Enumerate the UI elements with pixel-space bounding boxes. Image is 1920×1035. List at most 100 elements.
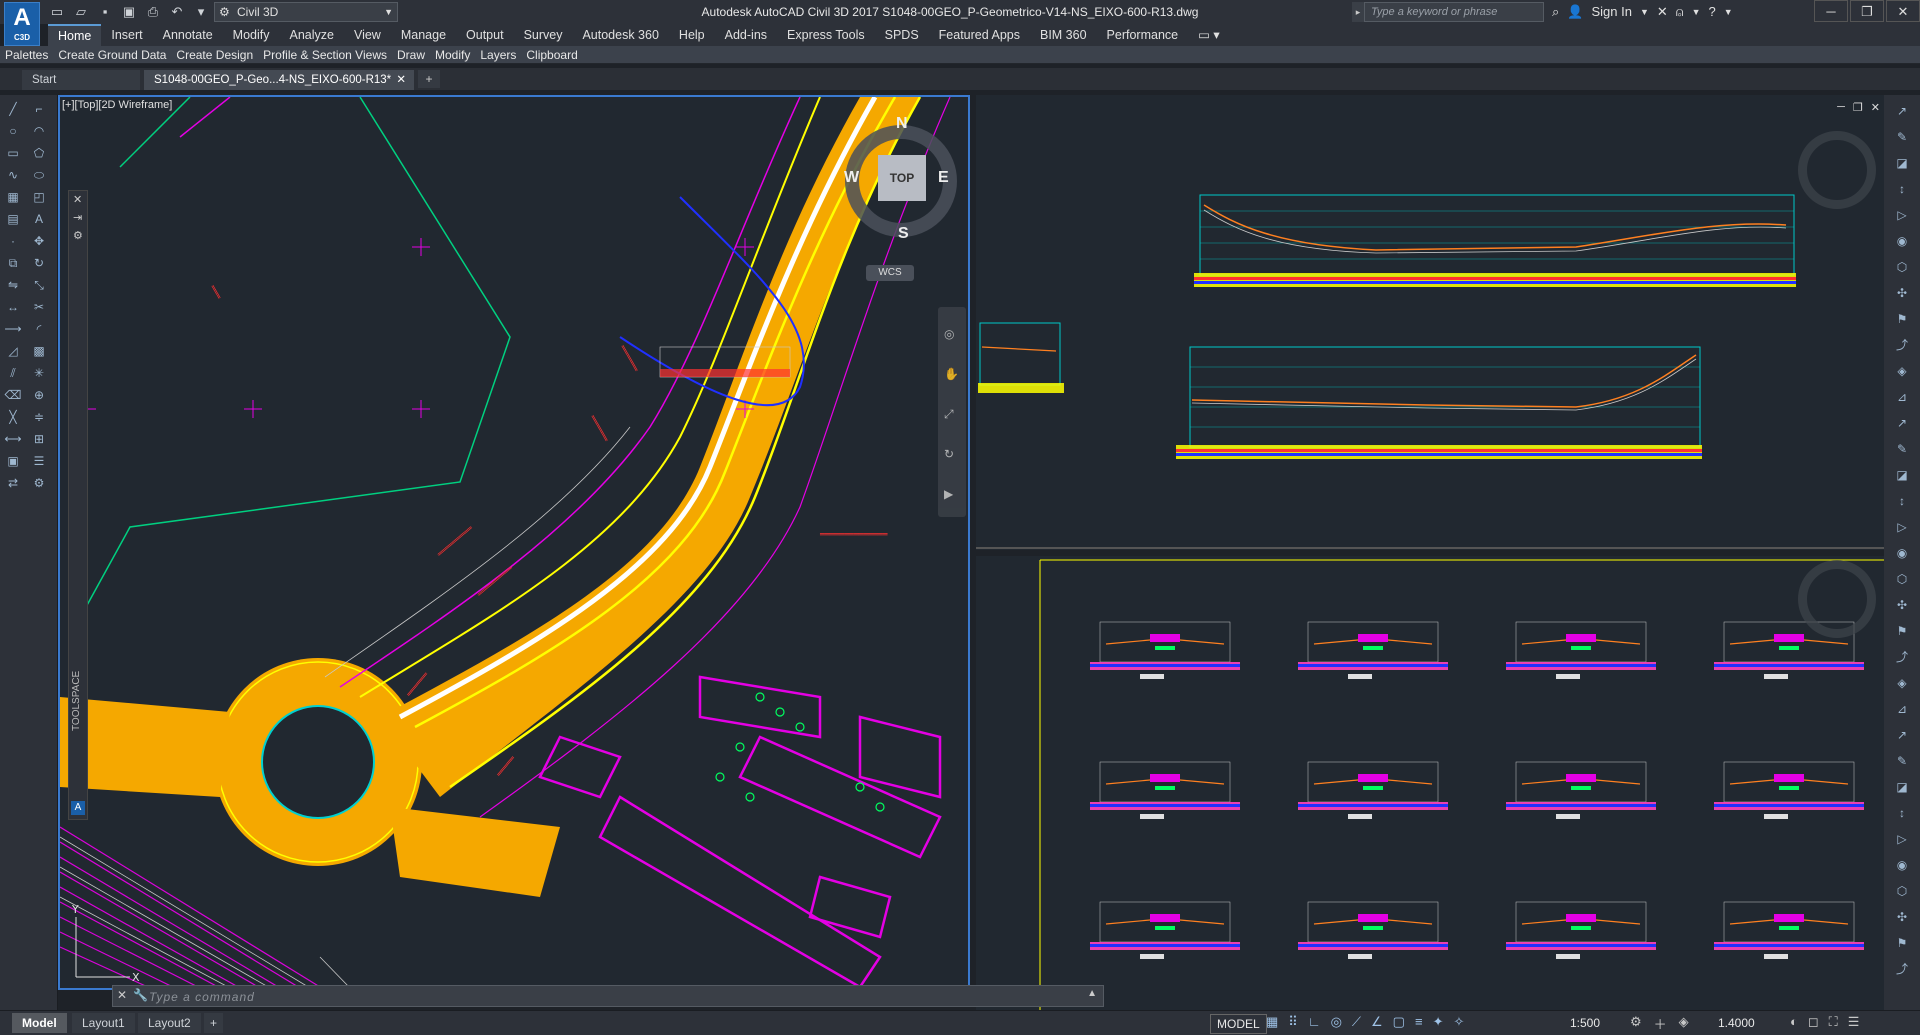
tab-add-ins[interactable]: Add-ins bbox=[715, 24, 777, 46]
modify-tool-icon[interactable]: ↕ bbox=[1893, 805, 1911, 821]
modify-tool-icon[interactable]: ↗ bbox=[1893, 103, 1911, 119]
modify-tool-icon[interactable]: ⬡ bbox=[1893, 883, 1911, 899]
modify-tool-icon[interactable]: ◉ bbox=[1893, 233, 1911, 249]
modify-tool-icon[interactable]: ▷ bbox=[1893, 207, 1911, 223]
tab-home[interactable]: Home bbox=[48, 24, 102, 46]
layer-tool-icon[interactable]: ☰ bbox=[30, 453, 48, 469]
hardware-acceleration-icon[interactable]: ◐ bbox=[1790, 1014, 1798, 1030]
panel-profile-section-views[interactable]: Profile & Section Views bbox=[258, 46, 392, 64]
tab-express-tools[interactable]: Express Tools bbox=[777, 24, 875, 46]
orbit-icon[interactable]: ↻ bbox=[944, 447, 954, 461]
tab-featured-apps[interactable]: Featured Apps bbox=[929, 24, 1030, 46]
panel-palettes[interactable]: Palettes bbox=[0, 46, 53, 64]
tab-manage[interactable]: Manage bbox=[391, 24, 456, 46]
explode-tool-icon[interactable]: ✳ bbox=[30, 365, 48, 381]
modify-tool-icon[interactable]: ▷ bbox=[1893, 519, 1911, 535]
autohide-icon[interactable]: ⇥ bbox=[73, 211, 82, 224]
binoculars-icon[interactable]: ⌕ bbox=[1552, 0, 1559, 24]
properties-tool-icon[interactable]: ⚙ bbox=[30, 475, 48, 491]
move-tool-icon[interactable]: ✥ bbox=[30, 233, 48, 249]
command-input[interactable]: Type a command bbox=[149, 988, 255, 1006]
point-tool-icon[interactable]: · bbox=[4, 233, 22, 249]
new-file-icon[interactable]: ▭ bbox=[48, 3, 66, 21]
tab-analyze[interactable]: Analyze bbox=[279, 24, 343, 46]
close-button[interactable]: ✕ bbox=[1886, 0, 1920, 22]
modify-tool-icon[interactable]: ✣ bbox=[1893, 909, 1911, 925]
modify-tool-icon[interactable]: ⊿ bbox=[1893, 701, 1911, 717]
ribbon-display-toggle-icon[interactable]: ▭ ▾ bbox=[1188, 24, 1230, 46]
rectangle-tool-icon[interactable]: ▭ bbox=[4, 145, 22, 161]
modify-tool-icon[interactable]: ⚑ bbox=[1893, 623, 1911, 639]
search-expand-icon[interactable]: ▸ bbox=[1352, 2, 1364, 22]
new-tab-button[interactable]: + bbox=[418, 70, 440, 88]
tab-model[interactable]: Model bbox=[12, 1013, 67, 1033]
annotation-value[interactable]: 1.4000 bbox=[1718, 1014, 1755, 1032]
modify-tool-icon[interactable]: ◪ bbox=[1893, 467, 1911, 483]
erase-tool-icon[interactable]: ⌫ bbox=[4, 387, 22, 403]
pan-hand-icon[interactable]: ✋ bbox=[944, 367, 959, 381]
add-layout-button[interactable]: + bbox=[204, 1013, 224, 1033]
spline-tool-icon[interactable]: ∿ bbox=[4, 167, 22, 183]
grid-icon[interactable]: ▦ bbox=[1266, 1014, 1278, 1030]
tab-layout2[interactable]: Layout2 bbox=[138, 1013, 201, 1033]
annotation-scale[interactable]: 1:500 bbox=[1570, 1014, 1600, 1032]
break-tool-icon[interactable]: ╳ bbox=[4, 409, 22, 425]
a360-icon[interactable]: ⍝ bbox=[1676, 0, 1684, 24]
modify-tool-icon[interactable]: ▷ bbox=[1893, 831, 1911, 847]
chevron-down-icon[interactable]: ▼ bbox=[1640, 0, 1649, 24]
close-icon[interactable]: ✕ bbox=[117, 988, 127, 1002]
join-tool-icon[interactable]: ⊕ bbox=[30, 387, 48, 403]
layer-icon[interactable]: ◈ bbox=[1679, 1014, 1689, 1033]
modify-tool-icon[interactable]: ✎ bbox=[1893, 129, 1911, 145]
panel-create-design[interactable]: Create Design bbox=[171, 46, 258, 64]
chevron-down-icon[interactable]: ▼ bbox=[1692, 0, 1701, 24]
hatch-tool-icon[interactable]: ▦ bbox=[4, 189, 22, 205]
properties-icon[interactable]: ⚙ bbox=[73, 229, 83, 242]
isolate-objects-icon[interactable]: ◻ bbox=[1808, 1014, 1819, 1030]
panel-modify[interactable]: Modify bbox=[430, 46, 475, 64]
rotate-tool-icon[interactable]: ↻ bbox=[30, 255, 48, 271]
object-snap-tracking-icon[interactable]: ∠ bbox=[1371, 1014, 1383, 1030]
wcs-menu[interactable]: WCS bbox=[866, 265, 914, 281]
text-tool-icon[interactable]: A bbox=[30, 211, 48, 227]
modify-tool-icon[interactable]: ◪ bbox=[1893, 779, 1911, 795]
tab-annotate[interactable]: Annotate bbox=[153, 24, 223, 46]
arc-tool-icon[interactable]: ◠ bbox=[30, 123, 48, 139]
table-tool-icon[interactable]: ▤ bbox=[4, 211, 22, 227]
modify-tool-icon[interactable]: ◈ bbox=[1893, 675, 1911, 691]
tab-insert[interactable]: Insert bbox=[101, 24, 152, 46]
viewcube-ring-sections[interactable] bbox=[1798, 560, 1876, 638]
compass-east[interactable]: E bbox=[938, 169, 949, 187]
block-tool-icon[interactable]: ▣ bbox=[4, 453, 22, 469]
application-menu-button[interactable]: A C3D bbox=[4, 2, 40, 46]
copy-tool-icon[interactable]: ⧉ bbox=[4, 255, 22, 271]
modify-tool-icon[interactable]: ⤴ bbox=[1893, 961, 1911, 977]
tab-start[interactable]: Start bbox=[22, 70, 140, 90]
modify-tool-icon[interactable]: ↗ bbox=[1893, 415, 1911, 431]
modify-tool-icon[interactable]: ◪ bbox=[1893, 155, 1911, 171]
close-icon[interactable]: ✕ bbox=[1871, 101, 1880, 114]
match-tool-icon[interactable]: ⇄ bbox=[4, 475, 22, 491]
modify-tool-icon[interactable]: ⤴ bbox=[1893, 337, 1911, 353]
viewcube-ring-profile[interactable] bbox=[1798, 131, 1876, 209]
array-tool-icon[interactable]: ▩ bbox=[30, 343, 48, 359]
mirror-tool-icon[interactable]: ⇋ bbox=[4, 277, 22, 293]
extend-tool-icon[interactable]: ⟶ bbox=[4, 321, 22, 337]
lineweight-icon[interactable]: ≡ bbox=[1415, 1014, 1423, 1030]
close-icon[interactable]: ✕ bbox=[73, 193, 82, 206]
isodraft-icon[interactable]: ⟋ bbox=[1352, 1014, 1361, 1030]
object-snap-icon[interactable]: ▢ bbox=[1393, 1014, 1405, 1030]
print-icon[interactable]: ⎙ bbox=[144, 3, 162, 21]
chamfer-tool-icon[interactable]: ◿ bbox=[4, 343, 22, 359]
fullscreen-icon[interactable]: ⛶ bbox=[1829, 1014, 1838, 1030]
wrench-icon[interactable]: 🔧 bbox=[133, 988, 148, 1002]
modify-tool-icon[interactable]: ◉ bbox=[1893, 857, 1911, 873]
toolspace-palette[interactable]: ✕ ⇥ ⚙ TOOLSPACE A bbox=[68, 190, 88, 820]
showmotion-icon[interactable]: ▶ bbox=[944, 487, 953, 501]
modify-tool-icon[interactable]: ⚑ bbox=[1893, 935, 1911, 951]
scale-tool-icon[interactable]: ⤡ bbox=[30, 277, 48, 293]
maximize-viewport-icon[interactable]: ❐ bbox=[1853, 101, 1863, 114]
sign-in-button[interactable]: Sign In bbox=[1591, 0, 1631, 24]
save-as-icon[interactable]: ▣ bbox=[120, 3, 138, 21]
polyline-tool-icon[interactable]: ⌐ bbox=[30, 101, 48, 117]
